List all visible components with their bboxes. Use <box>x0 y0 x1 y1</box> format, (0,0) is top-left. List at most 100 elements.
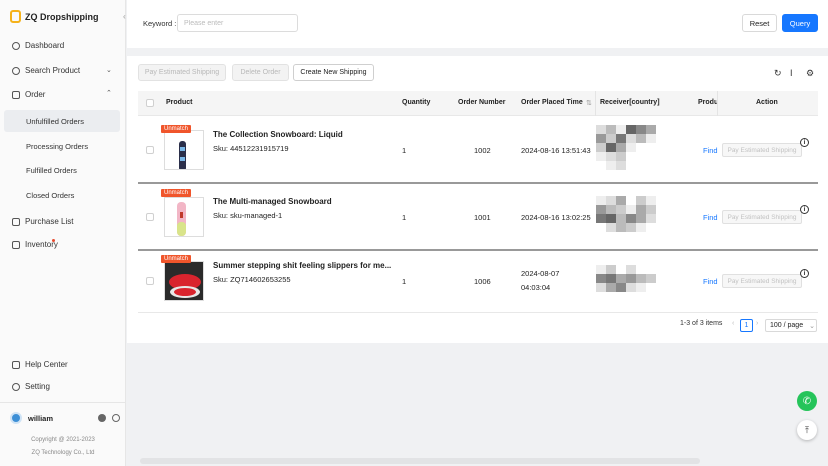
sort-icon[interactable]: ⇅ <box>586 99 592 107</box>
whatsapp-button[interactable]: ✆ <box>797 391 817 411</box>
arrow-up-icon: ⤒ <box>805 424 809 435</box>
column-height-icon[interactable]: I <box>790 68 793 78</box>
sidebar-item-search-product[interactable]: Search Product <box>12 66 80 75</box>
sidebar-subitem-processing[interactable]: Processing Orders <box>26 142 88 151</box>
receiver-blurred <box>596 125 656 170</box>
unmatch-badge: Unmatch <box>161 255 192 263</box>
table-row: Unmatch The Multi-managed Snowboard Sku:… <box>138 184 818 251</box>
sidebar-item-setting[interactable]: Setting <box>12 382 50 391</box>
pagination-summary: 1-3 of 3 items <box>680 320 723 327</box>
whatsapp-icon: ✆ <box>802 395 812 407</box>
purchase-list-icon <box>12 217 20 226</box>
receiver-blurred <box>596 196 656 232</box>
order-number-value: 1006 <box>474 277 491 286</box>
order-time-value: 2024-08-16 13:02:25 <box>521 213 591 222</box>
bottom-scroll-shadow <box>140 458 700 464</box>
prev-page-icon[interactable]: ‹ <box>732 320 734 327</box>
info-icon[interactable] <box>98 414 106 422</box>
snowboard-image <box>179 141 186 169</box>
page-number-button[interactable]: 1 <box>740 319 753 332</box>
order-time-value: 2024-08-16 13:51:43 <box>521 146 591 155</box>
page-size-select[interactable]: 100 / page ⌄ <box>765 319 817 332</box>
logout-icon[interactable] <box>112 414 120 422</box>
search-icon <box>12 66 20 75</box>
user-name: william <box>28 413 54 423</box>
search-bar: Keyword : Reset Query <box>127 0 828 48</box>
company-name: ZQ Technology Co., Ltd <box>31 450 95 456</box>
user-profile[interactable]: william <box>10 412 53 424</box>
collapse-sidebar-icon[interactable]: ‹ <box>123 12 126 21</box>
pay-estimated-shipping-row-button[interactable]: Pay Estimated Shipping <box>722 143 802 157</box>
find-link[interactable]: Find <box>703 277 718 286</box>
sidebar-subitem-unfulfilled[interactable]: Unfulfilled Orders <box>26 117 84 126</box>
brand-name: ZQ Dropshipping <box>25 11 99 22</box>
zq-logo-icon <box>10 10 21 23</box>
sidebar-item-label: Setting <box>25 382 50 391</box>
find-link[interactable]: Find <box>703 146 718 155</box>
table-header: Product Quantity Order Number Order Plac… <box>138 91 818 116</box>
inventory-icon <box>12 240 20 249</box>
product-name[interactable]: The Collection Snowboard: Liquid <box>213 130 343 139</box>
product-name[interactable]: The Multi-managed Snowboard <box>213 197 332 206</box>
chevron-up-icon: ⌃ <box>106 90 112 97</box>
keyword-label: Keyword : <box>143 19 177 28</box>
pay-estimated-shipping-button[interactable]: Pay Estimated Shipping <box>138 64 226 81</box>
info-icon[interactable]: i <box>800 138 809 147</box>
table-row: Unmatch Summer stepping shit feeling sli… <box>138 251 818 313</box>
sidebar-item-inventory[interactable]: Inventory <box>12 240 58 249</box>
slipper-image <box>165 262 203 300</box>
copyright: Copyright @ 2021-2023 <box>31 437 95 443</box>
quantity-value: 1 <box>402 213 407 222</box>
receiver-blurred <box>596 265 656 292</box>
row-checkbox[interactable] <box>146 146 154 154</box>
sidebar-item-help-center[interactable]: Help Center <box>12 360 68 369</box>
query-button[interactable]: Query <box>782 14 818 32</box>
product-image <box>164 130 204 170</box>
create-new-shipping-button[interactable]: Create New Shipping <box>293 64 374 81</box>
sidebar-item-label: Dashboard <box>25 41 65 50</box>
order-number-value: 1002 <box>474 146 491 155</box>
header-order-time[interactable]: Order Placed Time <box>521 99 583 106</box>
refresh-icon[interactable]: ↻ <box>774 68 782 79</box>
find-link[interactable]: Find <box>703 213 718 222</box>
pay-estimated-shipping-row-button[interactable]: Pay Estimated Shipping <box>722 274 802 288</box>
chevron-down-icon: ⌄ <box>106 67 112 74</box>
keyword-input[interactable] <box>177 14 298 32</box>
gear-icon <box>12 382 20 391</box>
info-icon[interactable]: i <box>800 269 809 278</box>
order-clock-value: 04:03:04 <box>521 283 551 292</box>
sidebar-subitem-fulfilled[interactable]: Fulfilled Orders <box>26 166 77 175</box>
reset-button[interactable]: Reset <box>742 14 777 32</box>
sidebar-item-label: Help Center <box>25 360 68 369</box>
delete-order-button[interactable]: Delete Order <box>232 64 289 81</box>
unmatch-badge: Unmatch <box>161 125 192 133</box>
sidebar-item-dashboard[interactable]: Dashboard <box>12 41 64 50</box>
sidebar-item-purchase-list[interactable]: Purchase List <box>12 217 73 226</box>
order-number-value: 1001 <box>474 213 491 222</box>
row-checkbox[interactable] <box>146 277 154 285</box>
notification-dot <box>52 239 55 242</box>
product-image <box>164 197 204 237</box>
gear-icon[interactable]: ⚙ <box>806 68 814 79</box>
orders-panel: Pay Estimated Shipping Delete Order Crea… <box>127 56 828 343</box>
sidebar-subitem-closed[interactable]: Closed Orders <box>26 191 74 200</box>
sidebar-item-label: Purchase List <box>25 217 74 226</box>
product-image <box>164 261 204 301</box>
sidebar-item-label: Search Product <box>25 66 81 75</box>
order-icon <box>12 90 20 99</box>
header-quantity: Quantity <box>402 99 431 106</box>
avatar <box>10 412 22 424</box>
product-name[interactable]: Summer stepping shit feeling slippers fo… <box>213 261 391 270</box>
pay-estimated-shipping-row-button[interactable]: Pay Estimated Shipping <box>722 210 802 224</box>
sidebar-divider <box>0 402 126 403</box>
brand[interactable]: ZQ Dropshipping <box>10 10 99 23</box>
info-icon[interactable]: i <box>800 205 809 214</box>
table-row: Unmatch The Collection Snowboard: Liquid… <box>138 116 818 184</box>
select-all-checkbox[interactable] <box>146 99 154 107</box>
sidebar-item-order[interactable]: Order <box>12 90 45 99</box>
page-size-value: 100 / page <box>770 322 804 329</box>
next-page-icon[interactable]: › <box>756 320 758 327</box>
back-to-top-button[interactable]: ⤒ <box>797 420 817 440</box>
chevron-down-icon: ⌄ <box>809 322 815 330</box>
row-checkbox[interactable] <box>146 213 154 221</box>
